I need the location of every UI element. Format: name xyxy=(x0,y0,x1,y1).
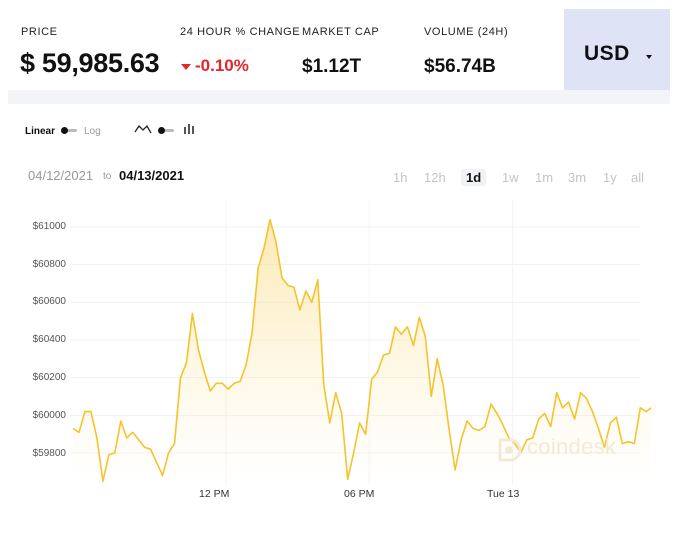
price-chart: $61000 $60800 $60600 $60400 $60200 $6000… xyxy=(0,0,680,536)
x-tick-label: Tue 13 xyxy=(487,488,520,500)
watermark-text: coindesk xyxy=(527,434,617,459)
coindesk-logo-icon xyxy=(498,438,522,462)
y-tick-label: $61000 xyxy=(32,221,66,232)
x-tick-label: 12 PM xyxy=(199,488,230,500)
y-tick-label: $60400 xyxy=(32,334,66,345)
y-tick-label: $59800 xyxy=(32,448,66,459)
y-tick-label: $60600 xyxy=(32,296,66,307)
x-tick-label: 06 PM xyxy=(344,488,375,500)
y-tick-label: $60200 xyxy=(32,372,66,383)
y-tick-label: $60000 xyxy=(32,410,66,421)
y-tick-label: $60800 xyxy=(32,259,66,270)
